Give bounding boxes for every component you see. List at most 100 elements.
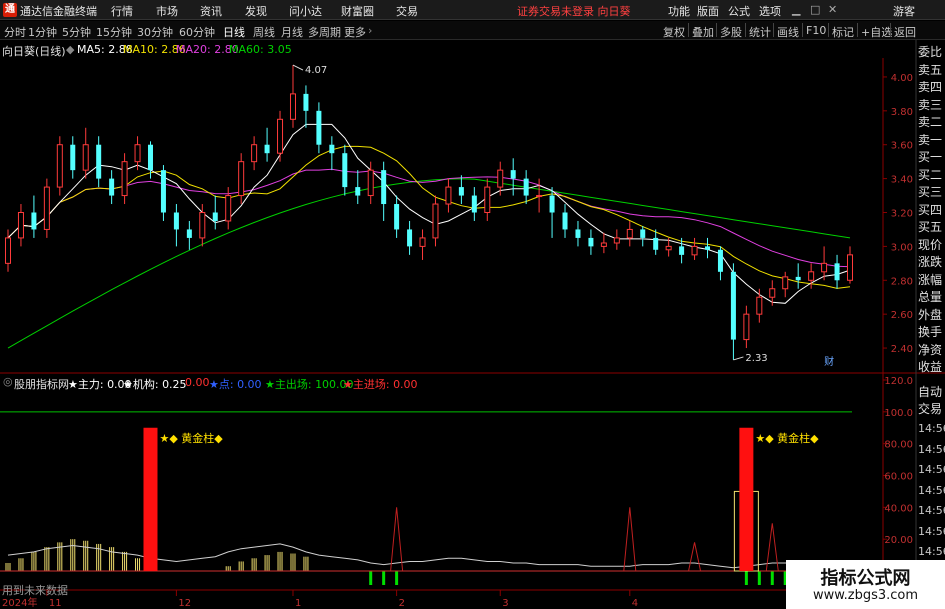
- ytick-label: 2.40: [891, 344, 913, 355]
- future-data-note: 用到未来数据: [2, 584, 68, 597]
- period-1min[interactable]: 1分钟: [28, 24, 57, 40]
- candle-down: [316, 110, 322, 145]
- candle-down: [342, 153, 348, 188]
- menu-jiaoyi[interactable]: 交易: [396, 3, 418, 19]
- side-item-7: 买二: [918, 167, 943, 182]
- chart-area[interactable]: 4.00 3.80 3.60 3.40 3.20 3.00 2.80 2.60 2.40 4.07…: [0, 40, 945, 609]
- ytick-label: 2.80: [891, 276, 913, 287]
- ytick-label: 3.80: [891, 107, 913, 118]
- candle-down: [212, 212, 218, 221]
- candle-up: [121, 161, 128, 197]
- period-week[interactable]: 周线: [253, 24, 275, 40]
- candle-down: [264, 144, 270, 154]
- side-item-19[interactable]: 自动: [918, 385, 945, 400]
- finance-marker: 财: [824, 355, 834, 368]
- btn-back[interactable]: 返回: [894, 24, 916, 40]
- candle-up: [5, 237, 11, 264]
- btn-diejia[interactable]: 叠加: [692, 24, 714, 40]
- menu-faxian[interactable]: 发现: [245, 3, 267, 19]
- candle-up: [808, 271, 815, 281]
- menu-bar: 通 通达信金融终端 行情 市场 资讯 发现 问小达 财富圈 交易 证券交易未登录…: [0, 0, 945, 20]
- side-item-20[interactable]: 交易: [918, 402, 945, 417]
- candle-up: [134, 144, 141, 163]
- menu-xuanxiang[interactable]: 选项: [759, 3, 781, 19]
- chevron-right-icon[interactable]: ›: [368, 24, 372, 37]
- menu-gongshi[interactable]: 公式: [728, 3, 750, 19]
- candle-up: [445, 186, 452, 205]
- btn-add-watchlist[interactable]: +自选: [861, 24, 892, 40]
- side-item-24: 14:56: [918, 483, 945, 497]
- ytick-label: 3.20: [891, 209, 913, 220]
- menu-youke[interactable]: 游客: [893, 3, 915, 19]
- login-warning[interactable]: 证券交易未登录 向日葵: [517, 3, 631, 19]
- candle-up: [665, 245, 672, 251]
- candle-down: [717, 249, 723, 272]
- minimize-icon[interactable]: ▁: [792, 3, 800, 16]
- menu-zixun[interactable]: 资讯: [200, 3, 222, 19]
- period-multi[interactable]: 多周期: [308, 24, 341, 40]
- btn-tongji[interactable]: 统计: [749, 24, 771, 40]
- menu-hangqing[interactable]: 行情: [111, 3, 133, 19]
- candle-down: [458, 187, 464, 196]
- candle-down: [31, 212, 37, 230]
- menu-banmian[interactable]: 版面: [697, 3, 719, 19]
- candle-up: [277, 118, 284, 154]
- candle-down: [640, 229, 646, 238]
- candle-up: [17, 212, 24, 239]
- ytick-label: 80.00: [884, 440, 913, 451]
- side-item-12: 涨跌: [918, 255, 943, 269]
- btn-biaoji[interactable]: 标记: [832, 24, 854, 40]
- maximize-icon[interactable]: □: [810, 3, 820, 16]
- candle-down: [407, 229, 413, 247]
- candle-up: [43, 186, 50, 230]
- side-item-22: 14:56: [918, 442, 945, 456]
- candle-up: [847, 254, 853, 281]
- menu-shichang[interactable]: 市场: [156, 3, 178, 19]
- candle-up: [536, 195, 543, 198]
- candle-up: [743, 313, 750, 341]
- side-item-26: 14:56: [918, 524, 945, 538]
- side-item-15: 外盘: [918, 307, 943, 322]
- btn-duogu[interactable]: 多股: [720, 24, 742, 40]
- period-month[interactable]: 月线: [281, 24, 303, 40]
- btn-fuquan[interactable]: 复权: [663, 24, 685, 40]
- candle-down: [834, 263, 840, 281]
- period-more[interactable]: 更多: [344, 24, 366, 40]
- ytick-label: 3.40: [891, 175, 913, 186]
- candle-down: [562, 212, 568, 230]
- menu-gongneng[interactable]: 功能: [668, 3, 690, 19]
- candle-down: [160, 170, 166, 213]
- period-5min[interactable]: 5分钟: [62, 24, 91, 40]
- indicator-white-line: [7, 543, 851, 569]
- high-label: 4.07: [305, 65, 327, 76]
- period-15min[interactable]: 15分钟: [96, 24, 132, 40]
- candle-down: [355, 187, 361, 196]
- period-fenshi[interactable]: 分时: [4, 24, 26, 40]
- period-30min[interactable]: 30分钟: [137, 24, 173, 40]
- candle-up: [756, 296, 763, 315]
- period-60min[interactable]: 60分钟: [179, 24, 215, 40]
- candle-down: [653, 237, 659, 250]
- candle-down: [70, 144, 76, 171]
- candle-down: [303, 93, 309, 111]
- menu-wenxiaoda[interactable]: 问小达: [289, 3, 322, 19]
- red-spike: [688, 542, 702, 572]
- side-item-3: 卖三: [918, 97, 943, 112]
- period-day[interactable]: 日线: [223, 24, 245, 40]
- candle-up: [821, 262, 828, 273]
- candle-down: [109, 178, 115, 196]
- xtick-label: 3: [502, 598, 508, 609]
- ma10-line: [7, 145, 851, 289]
- close-icon[interactable]: ✕: [828, 3, 837, 16]
- watermark-title: 指标公式网: [820, 568, 911, 589]
- side-item-18: 收益: [918, 360, 943, 374]
- candle-up: [782, 276, 789, 290]
- menu-caifuquan[interactable]: 财富圈: [341, 3, 374, 19]
- btn-huaxian[interactable]: 画线: [777, 24, 799, 40]
- ytick-label: 20.00: [884, 535, 913, 546]
- side-item-6: 买一: [918, 150, 943, 164]
- xtick-label: 12: [178, 598, 191, 609]
- side-item-27: 14:56: [918, 545, 945, 558]
- btn-f10[interactable]: F10: [806, 24, 826, 37]
- candle-up: [199, 212, 206, 239]
